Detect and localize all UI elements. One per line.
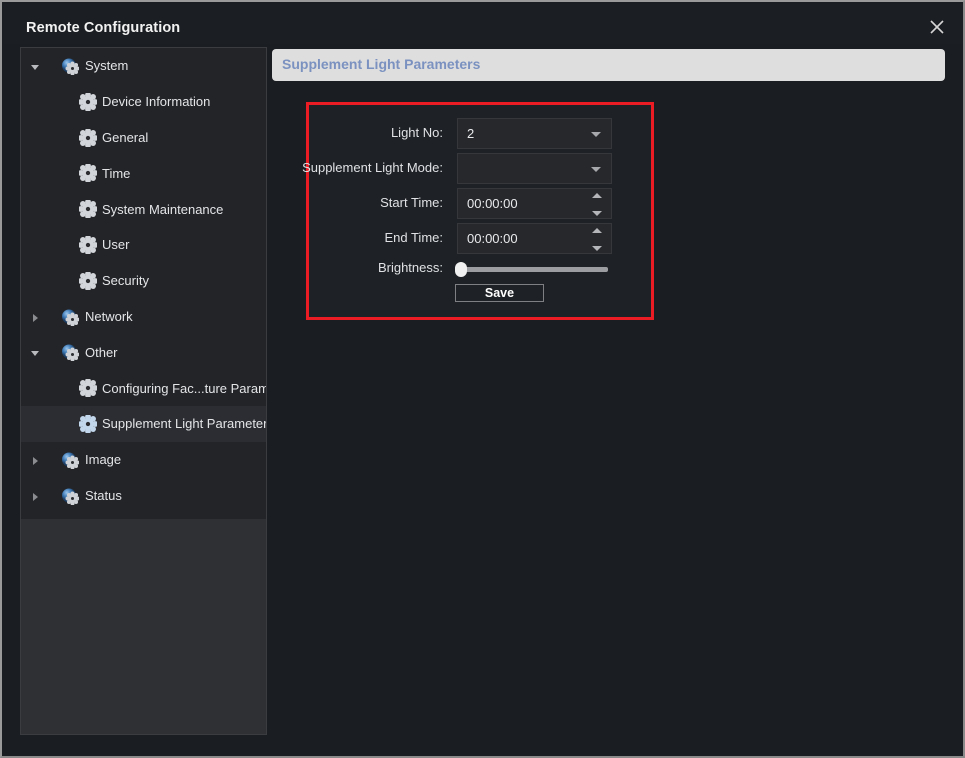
sidebar-item-label: Image (85, 452, 122, 468)
gear-icon (77, 127, 99, 148)
gear-icon (77, 163, 99, 184)
brightness-label: Brightness: (377, 260, 443, 275)
save-button[interactable]: Save (455, 284, 544, 302)
light-no-select[interactable]: 2 (457, 118, 612, 149)
panel-header: Supplement Light Parameters (272, 49, 945, 81)
chevron-down-icon (591, 167, 601, 172)
gear-icon (77, 234, 99, 256)
sidebar-item-security[interactable]: Security (21, 263, 266, 299)
light-no-value: 2 (467, 126, 475, 141)
sidebar-item-status[interactable]: Status (21, 478, 266, 514)
sphere-gear-icon (61, 343, 80, 362)
brightness-slider-thumb[interactable] (455, 262, 467, 277)
chevron-down-icon (591, 132, 601, 137)
chevron-right-icon[interactable] (29, 490, 41, 502)
sidebar-item-device-information[interactable]: Device Information (21, 84, 266, 120)
start-time-label: Start Time: (380, 195, 443, 210)
end-time-label: End Time: (384, 230, 443, 245)
sidebar-item-label: Network (85, 308, 133, 324)
gear-icon (77, 199, 99, 220)
sidebar-item-network[interactable]: Network (21, 299, 266, 335)
supplement-light-mode-label: Supplement Light Mode: (302, 160, 443, 175)
gear-icon (77, 378, 99, 399)
sidebar-item-time[interactable]: Time (21, 155, 266, 191)
close-icon (930, 20, 944, 34)
sidebar-item-system[interactable]: System (21, 48, 266, 84)
spinner-down-icon[interactable] (592, 211, 602, 216)
sidebar-item-label: System Maintenance (102, 201, 224, 217)
sidebar-item-system-maintenance[interactable]: System Maintenance (21, 191, 266, 227)
sidebar-item-general[interactable]: General (21, 120, 266, 156)
sphere-gear-icon (61, 308, 80, 327)
gear-icon (77, 91, 99, 112)
sidebar-item-configuring-fac-ture-parameters[interactable]: Configuring Fac...ture Parameters (21, 370, 266, 406)
sidebar-item-label: Device Information (102, 94, 211, 110)
chevron-down-icon[interactable] (29, 346, 41, 358)
spinner-up-icon[interactable] (592, 228, 602, 233)
end-time-value: 00:00:00 (467, 231, 518, 246)
page-title: Supplement Light Parameters (282, 56, 481, 72)
configuration-tree: System Device Information General Time Syste… (21, 48, 266, 519)
close-button[interactable] (916, 12, 958, 40)
sidebar-panel: System Device Information General Time Syste… (20, 47, 267, 735)
start-time-input[interactable]: 00:00:00 (457, 188, 612, 219)
end-time-row: End Time: 00:00:00 (309, 223, 651, 258)
spinner-down-icon[interactable] (592, 246, 602, 251)
sphere-gear-icon (61, 487, 80, 506)
sidebar-item-label: Configuring Fac...ture Parameters (102, 380, 267, 396)
chevron-right-icon[interactable] (29, 454, 41, 466)
spinner-icon[interactable] (592, 228, 603, 251)
chevron-right-icon[interactable] (29, 311, 41, 323)
supplement-light-form: Light No: 2 Supplement Light Mode: Start… (302, 102, 654, 320)
window-title: Remote Configuration (26, 20, 181, 36)
sidebar-item-label: Other (85, 344, 118, 360)
sidebar-item-supplement-light-parameters[interactable]: Supplement Light Parameters (21, 405, 267, 442)
start-time-row: Start Time: 00:00:00 (309, 188, 651, 223)
save-button-label: Save (484, 286, 515, 300)
sphere-gear-icon (61, 57, 80, 76)
supplement-light-mode-select[interactable] (457, 153, 612, 184)
start-time-value: 00:00:00 (467, 196, 518, 211)
gear-icon (77, 413, 99, 435)
light-no-label: Light No: (390, 125, 443, 140)
chevron-down-icon[interactable] (29, 60, 41, 72)
sidebar-item-label: General (102, 129, 149, 145)
end-time-input[interactable]: 00:00:00 (457, 223, 612, 254)
sidebar-item-label: User (102, 237, 130, 253)
sidebar-item-label: Supplement Light Parameters (102, 416, 267, 432)
sidebar-item-image[interactable]: Image (21, 442, 266, 478)
gear-icon (77, 270, 99, 291)
supplement-light-mode-row: Supplement Light Mode: (302, 153, 651, 188)
sidebar-item-label: Time (102, 165, 131, 181)
window-titlebar: Remote Configuration (4, 4, 963, 44)
sidebar-item-label: Security (102, 273, 149, 289)
spinner-icon[interactable] (592, 193, 603, 216)
light-no-row: Light No: 2 (309, 118, 651, 153)
sidebar-item-other[interactable]: Other (21, 334, 266, 370)
sphere-gear-icon (61, 451, 80, 470)
sidebar-item-user[interactable]: User (21, 227, 266, 263)
brightness-row: Brightness: (309, 257, 651, 283)
remote-configuration-window: Remote Configuration System Device Inform… (0, 0, 965, 758)
brightness-slider[interactable] (459, 267, 608, 272)
spinner-up-icon[interactable] (592, 193, 602, 198)
sidebar-item-label: System (85, 58, 129, 74)
sidebar-item-label: Status (85, 487, 122, 503)
